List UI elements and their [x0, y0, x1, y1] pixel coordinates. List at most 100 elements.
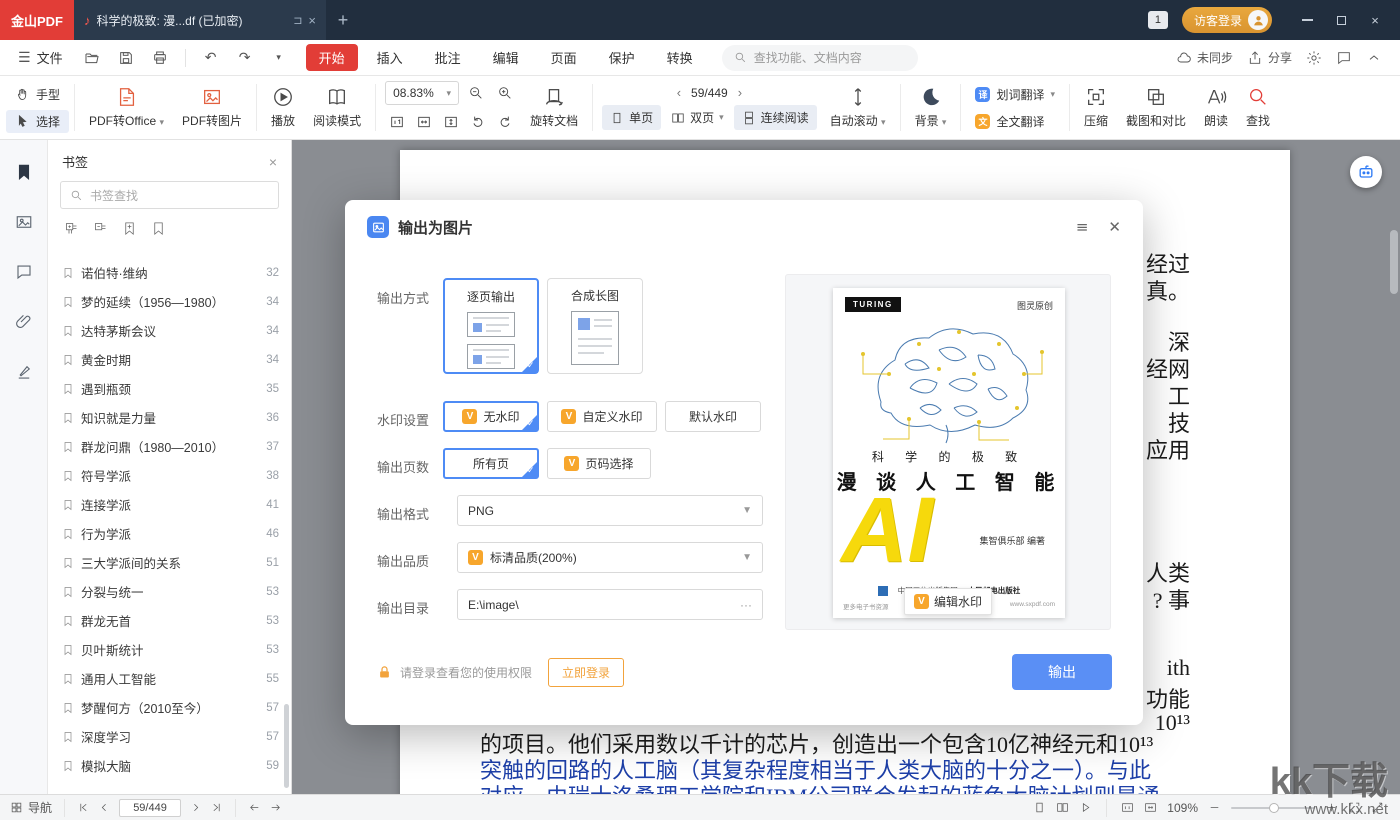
bookmark-item[interactable]: 黄金时期34 — [48, 345, 291, 374]
collapse-ribbon-button[interactable] — [1366, 50, 1382, 66]
continuous-read-button[interactable]: 连续阅读 — [734, 105, 817, 130]
watermark-default-option[interactable]: 默认水印 — [665, 401, 761, 432]
output-quality-select[interactable]: 标清品质(200%) ▼ — [457, 542, 763, 573]
page-number-input[interactable]: 59/449 — [119, 799, 181, 817]
bookmark-item[interactable]: 贝叶斯统计53 — [48, 635, 291, 664]
login-button[interactable]: 访客登录 — [1182, 7, 1272, 33]
bookmark-panel-close-icon[interactable]: × — [269, 154, 277, 170]
login-now-button[interactable]: 立即登录 — [548, 658, 624, 687]
app-logo-tab[interactable]: 金山PDF — [0, 0, 74, 40]
toolbar-page-indicator[interactable]: 59/449 — [691, 86, 728, 100]
minimize-button[interactable] — [1292, 6, 1322, 34]
document-scrollbar[interactable] — [1390, 230, 1398, 294]
comments-panel-button[interactable] — [10, 258, 38, 286]
save-button[interactable] — [113, 46, 139, 70]
file-menu[interactable]: ☰ 文件 — [10, 48, 71, 67]
full-translate-button[interactable]: 文 全文翻译 — [966, 110, 1064, 133]
browse-directory-button[interactable]: ··· — [740, 598, 752, 612]
watermark-custom-option[interactable]: 自定义水印 — [547, 401, 657, 432]
next-page-button[interactable]: › — [738, 85, 742, 100]
bookmark-item[interactable]: 遇到瓶颈35 — [48, 374, 291, 403]
share-button[interactable]: 分享 — [1247, 49, 1292, 66]
ribbon-tab-页面[interactable]: 页面 — [538, 44, 590, 71]
view-back-button[interactable] — [248, 801, 261, 814]
pdf-to-image-button[interactable]: PDF转图片 — [173, 76, 251, 139]
bookmark-item[interactable]: 三大学派间的关系51 — [48, 548, 291, 577]
close-button[interactable]: × — [1360, 6, 1390, 34]
new-tab-button[interactable]: + — [326, 0, 360, 40]
bookmark-item[interactable]: 深度学习57 — [48, 722, 291, 751]
next-page-button-status[interactable] — [189, 801, 202, 814]
zoom-percentage-input[interactable]: 08.83%▾ — [385, 81, 459, 105]
last-page-button[interactable] — [210, 801, 223, 814]
redo-button[interactable]: ↷ — [232, 46, 258, 70]
rotate-left-button[interactable] — [466, 110, 490, 134]
bookmark-scrollbar[interactable] — [284, 704, 289, 788]
zoom-slider-thumb[interactable] — [1269, 803, 1279, 813]
zoom-out-button-status[interactable] — [1208, 801, 1221, 814]
ribbon-tab-批注[interactable]: 批注 — [422, 44, 474, 71]
bookmark-search-input[interactable]: 书签查找 — [60, 181, 279, 209]
pages-all-option[interactable]: 所有页 — [443, 448, 539, 479]
ribbon-tab-开始[interactable]: 开始 — [306, 44, 358, 71]
bookmark-item[interactable]: 群龙无首53 — [48, 606, 291, 635]
bookmark-item[interactable]: 符号学派38 — [48, 461, 291, 490]
ai-assistant-button[interactable] — [1350, 156, 1382, 188]
ribbon-tab-插入[interactable]: 插入 — [364, 44, 416, 71]
zoom-in-button[interactable] — [493, 81, 517, 105]
bookmark-item[interactable]: 诺伯特·维纳32 — [48, 258, 291, 287]
navigation-toggle-button[interactable]: 导航 — [10, 799, 52, 816]
document-tab[interactable]: ♪ 科学的极致: 漫...df (已加密) ⊐ × — [74, 0, 326, 40]
bookmark-item[interactable]: 连接学派41 — [48, 490, 291, 519]
bookmark-item[interactable]: 通用人工智能55 — [48, 664, 291, 693]
rotate-document-button[interactable]: 旋转文档 — [521, 76, 587, 139]
rotate-right-button[interactable] — [493, 110, 517, 134]
slideshow-button[interactable] — [1079, 801, 1092, 814]
mode-per-page-option[interactable]: 逐页输出 — [443, 278, 539, 374]
pages-select-option[interactable]: 页码选择 — [547, 448, 651, 479]
thumbnails-panel-button[interactable] — [10, 208, 38, 236]
read-mode-button[interactable]: 阅读模式 — [304, 76, 370, 139]
mode-long-image-option[interactable]: 合成长图 — [547, 278, 643, 374]
output-format-select[interactable]: PNG ▼ — [457, 495, 763, 526]
pin-icon[interactable]: ⊐ — [293, 14, 302, 27]
zoom-in-button-status[interactable] — [1325, 801, 1338, 814]
open-file-button[interactable] — [79, 46, 105, 70]
dialog-menu-icon[interactable]: ≡ — [1076, 218, 1089, 236]
double-page-view-button[interactable] — [1056, 801, 1069, 814]
play-button[interactable]: 播放 — [262, 76, 304, 139]
single-page-button[interactable]: 单页 — [602, 105, 661, 130]
bookmark-item[interactable]: 梦的延续（1956—1980）34 — [48, 287, 291, 316]
dialog-close-icon[interactable]: ✕ — [1108, 218, 1121, 236]
fit-window-button[interactable] — [1144, 801, 1157, 814]
single-page-view-button[interactable] — [1033, 801, 1046, 814]
bookmark-item[interactable]: 达特茅斯会议34 — [48, 316, 291, 345]
export-button[interactable]: 输出 — [1012, 654, 1112, 690]
read-aloud-button[interactable]: 朗读 — [1195, 76, 1237, 139]
watermark-none-option[interactable]: 无水印 — [443, 401, 539, 432]
notification-badge[interactable]: 1 — [1148, 11, 1168, 29]
bookmark-item[interactable]: 分裂与统一53 — [48, 577, 291, 606]
bookmark-item[interactable]: 模拟大脑59 — [48, 751, 291, 780]
word-translate-button[interactable]: 译 划词翻译▾ — [966, 83, 1064, 106]
output-directory-input[interactable]: E:\image\ ··· — [457, 589, 763, 620]
ribbon-tab-编辑[interactable]: 编辑 — [480, 44, 532, 71]
zoom-out-button[interactable] — [464, 81, 488, 105]
screenshot-compare-button[interactable]: 截图和对比 — [1117, 76, 1195, 139]
function-search-input[interactable]: 查找功能、文档内容 — [722, 45, 918, 71]
maximize-button[interactable] — [1326, 6, 1356, 34]
pdf-to-office-button[interactable]: PDF转Office ▾ — [80, 76, 173, 139]
prev-page-button[interactable] — [98, 801, 111, 814]
fit-width-button[interactable] — [412, 110, 436, 134]
view-forward-button[interactable] — [269, 801, 282, 814]
sync-status[interactable]: 未同步 — [1176, 49, 1233, 66]
actual-size-button-status[interactable] — [1121, 801, 1134, 814]
undo-history-dropdown[interactable]: ▾ — [266, 46, 292, 70]
find-button[interactable]: 查找 — [1237, 76, 1279, 139]
comment-button[interactable] — [1336, 50, 1352, 66]
print-button[interactable] — [147, 46, 173, 70]
first-page-button[interactable] — [77, 801, 90, 814]
bookmark-item[interactable]: 知识就是力量36 — [48, 403, 291, 432]
undo-button[interactable]: ↶ — [198, 46, 224, 70]
bookmarks-panel-button[interactable] — [10, 158, 38, 186]
